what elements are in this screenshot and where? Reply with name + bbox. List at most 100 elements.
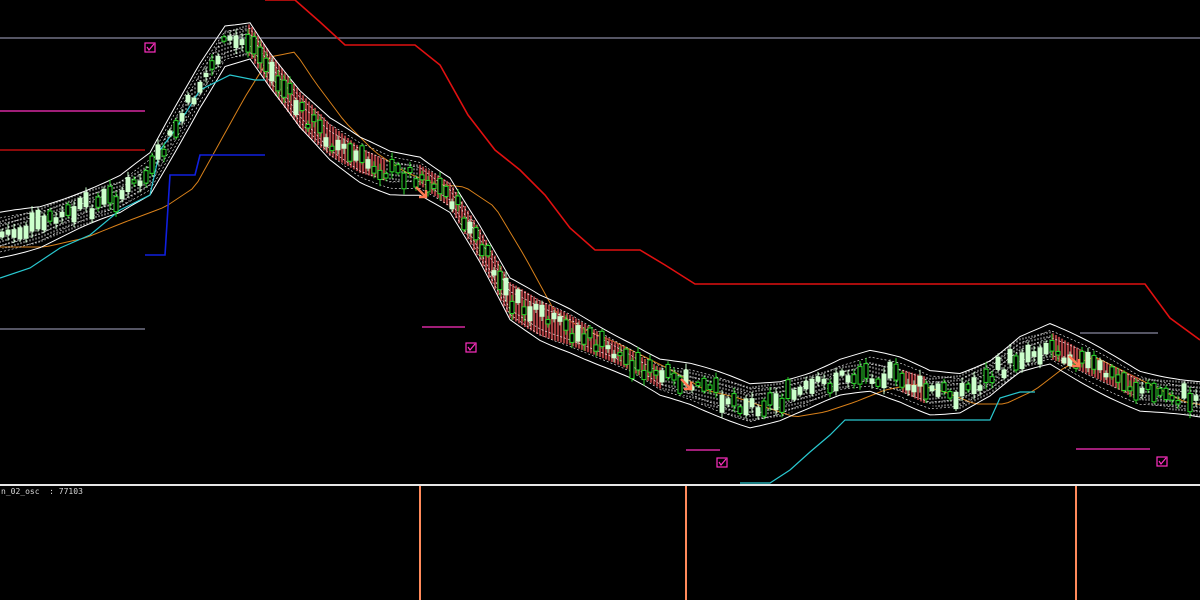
candle-body — [41, 215, 47, 231]
candle-body — [1001, 369, 1007, 379]
candle-body — [539, 304, 545, 317]
candle-body — [989, 376, 995, 384]
candle-body — [155, 144, 161, 160]
candle-body — [377, 169, 383, 181]
candle-body — [809, 378, 815, 394]
candle-body — [35, 209, 41, 230]
candle-body — [653, 370, 659, 376]
candle-body — [671, 372, 677, 381]
candle-body — [761, 400, 767, 417]
red-step-line — [265, 0, 1200, 341]
check-icon-mark — [146, 43, 155, 52]
candle-body — [407, 166, 413, 174]
candle-body — [443, 185, 449, 197]
candle-body — [401, 172, 407, 190]
candle-body — [599, 330, 605, 347]
candle-body — [947, 391, 953, 399]
candle-body — [389, 158, 395, 173]
candle-body — [461, 217, 467, 231]
candle-body — [275, 75, 281, 92]
candle-body — [245, 34, 251, 53]
candle-body — [1079, 350, 1085, 364]
candle-body — [1157, 387, 1163, 396]
candle-body — [587, 327, 593, 339]
candle-body — [821, 378, 827, 384]
oscillator-signal-lines — [419, 486, 1077, 600]
candle-body — [695, 381, 701, 387]
candle-body — [497, 270, 503, 291]
candle-body — [257, 46, 263, 64]
candle-body — [455, 195, 461, 206]
candle-body — [1103, 372, 1109, 378]
candle-body — [5, 229, 11, 235]
candle-body — [965, 383, 971, 391]
candle-body — [17, 227, 23, 240]
candle-body — [773, 393, 779, 411]
candle-body — [431, 183, 437, 190]
candle-body — [1187, 392, 1193, 413]
candle-body — [0, 231, 5, 238]
candle-body — [767, 392, 773, 406]
candle-body — [893, 363, 899, 381]
candle-body — [323, 137, 329, 147]
candle-body — [287, 82, 293, 95]
candle-body — [173, 120, 179, 138]
candle-body — [1163, 387, 1169, 401]
candle-body — [791, 389, 797, 400]
candle-body — [371, 165, 377, 174]
candle-body — [305, 123, 311, 129]
candle-body — [905, 384, 911, 391]
candle-body — [641, 369, 647, 381]
candle-body — [239, 39, 245, 46]
candle-body — [935, 383, 941, 397]
red-trailing-stop — [265, 0, 1200, 341]
candle-body — [527, 306, 533, 322]
candle-body — [329, 145, 335, 152]
candle-body — [545, 318, 551, 325]
candle-body — [803, 380, 809, 390]
candle-body — [743, 398, 749, 416]
candle-body — [341, 143, 347, 149]
candle-body — [785, 379, 791, 400]
candle-body — [215, 55, 221, 65]
candle-body — [65, 204, 71, 216]
candle-body — [647, 359, 653, 373]
candle-body — [659, 370, 665, 383]
candle-body — [185, 94, 191, 103]
candle-body — [635, 351, 641, 371]
candle-body — [911, 385, 917, 393]
candle-body — [629, 360, 635, 380]
candle-body — [617, 351, 623, 357]
candle-body — [977, 385, 983, 391]
candle-body — [1127, 386, 1133, 392]
oscillator-panel[interactable] — [0, 486, 1200, 600]
candle-body — [1097, 360, 1103, 371]
candle-body — [161, 148, 167, 157]
candle-body — [1043, 342, 1049, 355]
candle-body — [383, 173, 389, 179]
price-chart[interactable] — [0, 0, 1200, 484]
candle-body — [887, 361, 893, 379]
candle-body — [899, 372, 905, 388]
candle-body — [755, 407, 761, 417]
candle-body — [47, 210, 53, 222]
candle-body — [203, 72, 209, 78]
candle-body — [581, 333, 587, 345]
candle-body — [119, 190, 125, 200]
candle-body — [1013, 355, 1019, 371]
candle-body — [503, 277, 509, 296]
level-lines — [0, 37, 1200, 451]
candle-body — [89, 208, 95, 220]
candle-body — [995, 356, 1001, 370]
candle-body — [209, 60, 215, 70]
candle-body — [365, 159, 371, 169]
candle-body — [737, 406, 743, 414]
candle-body — [1139, 387, 1145, 394]
candle-body — [449, 201, 455, 210]
candle-body — [827, 382, 833, 394]
candle-body — [1145, 382, 1151, 390]
check-icon-mark — [718, 458, 727, 467]
candle-body — [839, 370, 845, 376]
candle-body — [29, 212, 35, 232]
candle-body — [143, 170, 149, 184]
